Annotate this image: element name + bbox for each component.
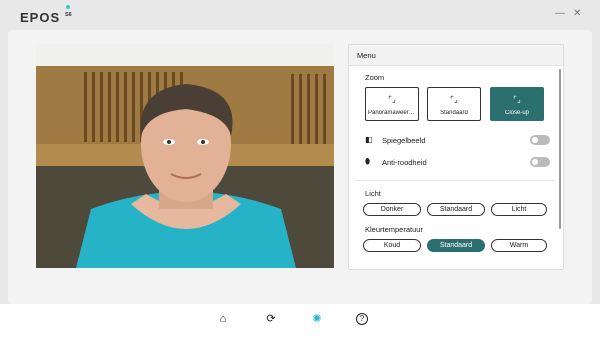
mirror-icon: ◧ [365, 135, 373, 144]
zoom-panorama-label: Panoramaweerg... [368, 110, 416, 116]
licht-donker-button[interactable]: Donker [363, 203, 421, 216]
anti-red-label: Anti-roodheid [382, 158, 427, 167]
kleur-title: Kleurtemperatuur [365, 225, 423, 234]
menu-title: Menu [357, 51, 376, 60]
divider [355, 180, 555, 181]
help-icon[interactable]: ? [356, 313, 368, 325]
zoom-standard-icon: ⌜⌟ [450, 95, 458, 104]
anti-red-toggle[interactable] [530, 157, 550, 167]
menu-panel: Menu Zoom ⌜⌟ Panoramaweerg... ⌜⌟ Standaa… [348, 44, 564, 270]
zoom-panorama-button[interactable]: ⌜⌟ Panoramaweerg... [365, 87, 419, 121]
status-dot [66, 5, 70, 9]
settings-icon[interactable]: ✺ [310, 312, 324, 326]
camera-image [36, 44, 334, 268]
device-name: S6 [65, 12, 72, 18]
zoom-panorama-icon: ⌜⌟ [388, 95, 396, 104]
zoom-closeup-button[interactable]: ⌜⌟ Close-up [490, 87, 544, 121]
mirror-row: ◧ Spiegelbeeld [365, 135, 550, 147]
kleur-warm-button[interactable]: Warm [491, 239, 547, 252]
menu-scrollbar[interactable] [559, 69, 561, 229]
sync-icon[interactable]: ⟳ [264, 312, 278, 326]
mirror-label: Spiegelbeeld [382, 136, 426, 145]
camera-preview [36, 44, 334, 268]
zoom-title: Zoom [365, 73, 385, 82]
drop-icon: ⬮ [365, 157, 371, 166]
minimize-button[interactable]: — [555, 8, 565, 19]
bottom-nav [0, 304, 600, 338]
title-bar: EPOS S6 — ✕ [0, 0, 600, 32]
licht-licht-button[interactable]: Licht [491, 203, 547, 216]
epos-logo: EPOS [20, 10, 61, 25]
menu-header: Menu [349, 45, 563, 66]
close-button[interactable]: ✕ [573, 8, 581, 19]
kleur-koud-button[interactable]: Koud [363, 239, 421, 252]
home-icon[interactable]: ⌂ [216, 312, 230, 326]
kleur-standaard-button[interactable]: Standaard [427, 239, 485, 252]
zoom-standard-button[interactable]: ⌜⌟ Standaard [427, 87, 481, 121]
mirror-toggle[interactable] [530, 135, 550, 145]
zoom-standard-label: Standaard [440, 110, 468, 116]
zoom-closeup-icon: ⌜⌟ [513, 95, 521, 104]
licht-title: Licht [365, 189, 381, 198]
licht-standaard-button[interactable]: Standaard [427, 203, 485, 216]
anti-red-row: ⬮ Anti-roodheid [365, 157, 550, 169]
zoom-closeup-label: Close-up [504, 110, 529, 116]
